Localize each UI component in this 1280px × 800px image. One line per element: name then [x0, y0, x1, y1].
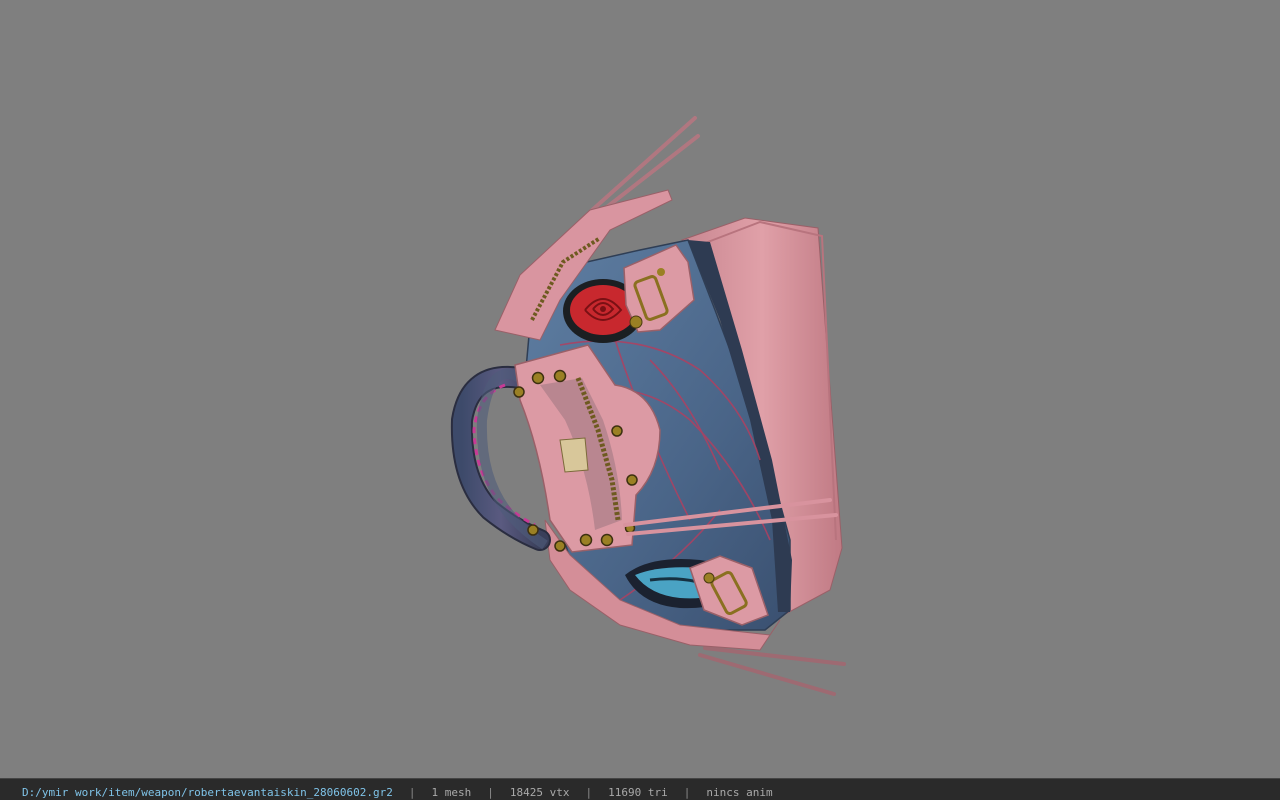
vertex-count: 18425 vtx [509, 786, 570, 799]
status-bar: D:/ymir work/item/weapon/robertaevantais… [0, 778, 1280, 800]
handbag-model-icon [450, 116, 846, 696]
3d-viewport[interactable] [0, 0, 1280, 778]
triangle-count: 11690 tri [608, 786, 668, 799]
file-path: D:/ymir work/item/weapon/robertaevantais… [22, 786, 393, 799]
anim-status: nincs anim [706, 786, 773, 799]
separator: | [585, 786, 593, 799]
separator: | [487, 786, 494, 799]
separator: | [408, 786, 416, 799]
mesh-count: 1 mesh [431, 786, 472, 799]
separator: | [683, 786, 691, 799]
strap-tails-bottom [698, 646, 846, 696]
